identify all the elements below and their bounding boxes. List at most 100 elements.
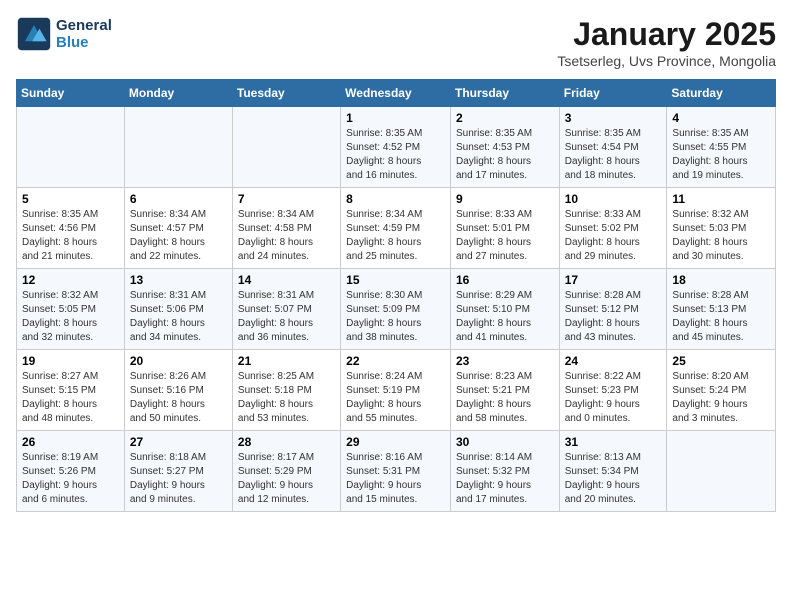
day-number: 3 xyxy=(565,111,662,125)
calendar-cell: 9 Sunrise: 8:33 AM Sunset: 5:01 PM Daylig… xyxy=(450,188,559,269)
day-number: 10 xyxy=(565,192,662,206)
title-block: January 2025 Tsetserleg, Uvs Province, M… xyxy=(557,16,776,69)
calendar-cell: 13 Sunrise: 8:31 AM Sunset: 5:06 PM Dayli… xyxy=(124,269,232,350)
calendar-cell: 10 Sunrise: 8:33 AM Sunset: 5:02 PM Dayli… xyxy=(559,188,667,269)
day-number: 17 xyxy=(565,273,662,287)
day-number: 24 xyxy=(565,354,662,368)
calendar-cell: 30 Sunrise: 8:14 AM Sunset: 5:32 PM Dayli… xyxy=(450,431,559,512)
day-number: 8 xyxy=(346,192,445,206)
calendar-cell: 15 Sunrise: 8:30 AM Sunset: 5:09 PM Dayli… xyxy=(341,269,451,350)
calendar-cell: 20 Sunrise: 8:26 AM Sunset: 5:16 PM Dayli… xyxy=(124,350,232,431)
calendar-cell: 27 Sunrise: 8:18 AM Sunset: 5:27 PM Dayli… xyxy=(124,431,232,512)
header-day-sunday: Sunday xyxy=(17,80,125,107)
day-detail: Sunrise: 8:27 AM Sunset: 5:15 PM Dayligh… xyxy=(22,370,119,426)
day-number: 20 xyxy=(130,354,227,368)
day-detail: Sunrise: 8:26 AM Sunset: 5:16 PM Dayligh… xyxy=(130,370,227,426)
day-detail: Sunrise: 8:32 AM Sunset: 5:03 PM Dayligh… xyxy=(672,208,770,264)
day-detail: Sunrise: 8:34 AM Sunset: 4:58 PM Dayligh… xyxy=(238,208,335,264)
day-detail: Sunrise: 8:35 AM Sunset: 4:56 PM Dayligh… xyxy=(22,208,119,264)
calendar-cell: 24Sunrise: 8:22 AM Sunset: 5:23 PM Dayli… xyxy=(559,350,667,431)
logo-text: General Blue xyxy=(56,17,112,51)
day-number: 4 xyxy=(672,111,770,125)
calendar-cell: 22 Sunrise: 8:24 AM Sunset: 5:19 PM Dayli… xyxy=(341,350,451,431)
day-number: 25 xyxy=(672,354,770,368)
logo-icon xyxy=(16,16,52,52)
day-number: 27 xyxy=(130,435,227,449)
day-detail: Sunrise: 8:18 AM Sunset: 5:27 PM Dayligh… xyxy=(130,451,227,507)
day-detail: Sunrise: 8:33 AM Sunset: 5:02 PM Dayligh… xyxy=(565,208,662,264)
day-detail: Sunrise: 8:13 AM Sunset: 5:34 PM Dayligh… xyxy=(565,451,662,507)
calendar-cell: 4 Sunrise: 8:35 AM Sunset: 4:55 PM Daylig… xyxy=(667,107,776,188)
day-detail: Sunrise: 8:30 AM Sunset: 5:09 PM Dayligh… xyxy=(346,289,445,345)
day-number: 9 xyxy=(456,192,554,206)
day-number: 21 xyxy=(238,354,335,368)
day-detail: Sunrise: 8:28 AM Sunset: 5:12 PM Dayligh… xyxy=(565,289,662,345)
calendar-cell xyxy=(17,107,125,188)
day-detail: Sunrise: 8:23 AM Sunset: 5:21 PM Dayligh… xyxy=(456,370,554,426)
header-day-wednesday: Wednesday xyxy=(341,80,451,107)
calendar-cell: 17 Sunrise: 8:28 AM Sunset: 5:12 PM Dayli… xyxy=(559,269,667,350)
day-number: 11 xyxy=(672,192,770,206)
calendar-cell: 8 Sunrise: 8:34 AM Sunset: 4:59 PM Daylig… xyxy=(341,188,451,269)
calendar-cell: 3 Sunrise: 8:35 AM Sunset: 4:54 PM Daylig… xyxy=(559,107,667,188)
calendar-table: SundayMondayTuesdayWednesdayThursdayFrid… xyxy=(16,79,776,512)
day-detail: Sunrise: 8:35 AM Sunset: 4:55 PM Dayligh… xyxy=(672,127,770,183)
day-detail: Sunrise: 8:32 AM Sunset: 5:05 PM Dayligh… xyxy=(22,289,119,345)
calendar-week-1: 1 Sunrise: 8:35 AM Sunset: 4:52 PM Daylig… xyxy=(17,107,776,188)
day-number: 6 xyxy=(130,192,227,206)
calendar-cell: 6 Sunrise: 8:34 AM Sunset: 4:57 PM Daylig… xyxy=(124,188,232,269)
day-detail: Sunrise: 8:34 AM Sunset: 4:59 PM Dayligh… xyxy=(346,208,445,264)
day-detail: Sunrise: 8:34 AM Sunset: 4:57 PM Dayligh… xyxy=(130,208,227,264)
day-number: 28 xyxy=(238,435,335,449)
day-detail: Sunrise: 8:17 AM Sunset: 5:29 PM Dayligh… xyxy=(238,451,335,507)
logo: General Blue xyxy=(16,16,112,52)
day-number: 1 xyxy=(346,111,445,125)
calendar-cell: 14Sunrise: 8:31 AM Sunset: 5:07 PM Dayli… xyxy=(232,269,340,350)
calendar-cell: 12Sunrise: 8:32 AM Sunset: 5:05 PM Dayli… xyxy=(17,269,125,350)
calendar-cell: 23 Sunrise: 8:23 AM Sunset: 5:21 PM Dayli… xyxy=(450,350,559,431)
calendar-cell: 25 Sunrise: 8:20 AM Sunset: 5:24 PM Dayli… xyxy=(667,350,776,431)
calendar-cell: 31 Sunrise: 8:13 AM Sunset: 5:34 PM Dayli… xyxy=(559,431,667,512)
day-detail: Sunrise: 8:33 AM Sunset: 5:01 PM Dayligh… xyxy=(456,208,554,264)
calendar-cell: 2Sunrise: 8:35 AM Sunset: 4:53 PM Daylig… xyxy=(450,107,559,188)
calendar-week-4: 19Sunrise: 8:27 AM Sunset: 5:15 PM Dayli… xyxy=(17,350,776,431)
calendar-week-2: 5 Sunrise: 8:35 AM Sunset: 4:56 PM Daylig… xyxy=(17,188,776,269)
header-day-tuesday: Tuesday xyxy=(232,80,340,107)
calendar-cell: 5 Sunrise: 8:35 AM Sunset: 4:56 PM Daylig… xyxy=(17,188,125,269)
calendar-cell: 1 Sunrise: 8:35 AM Sunset: 4:52 PM Daylig… xyxy=(341,107,451,188)
day-detail: Sunrise: 8:24 AM Sunset: 5:19 PM Dayligh… xyxy=(346,370,445,426)
day-detail: Sunrise: 8:35 AM Sunset: 4:53 PM Dayligh… xyxy=(456,127,554,183)
page-header: General Blue January 2025 Tsetserleg, Uv… xyxy=(16,16,776,69)
day-number: 7 xyxy=(238,192,335,206)
day-number: 29 xyxy=(346,435,445,449)
day-detail: Sunrise: 8:35 AM Sunset: 4:54 PM Dayligh… xyxy=(565,127,662,183)
day-detail: Sunrise: 8:35 AM Sunset: 4:52 PM Dayligh… xyxy=(346,127,445,183)
day-number: 22 xyxy=(346,354,445,368)
day-number: 5 xyxy=(22,192,119,206)
calendar-cell xyxy=(124,107,232,188)
day-detail: Sunrise: 8:19 AM Sunset: 5:26 PM Dayligh… xyxy=(22,451,119,507)
header-day-monday: Monday xyxy=(124,80,232,107)
day-detail: Sunrise: 8:31 AM Sunset: 5:07 PM Dayligh… xyxy=(238,289,335,345)
day-number: 15 xyxy=(346,273,445,287)
calendar-cell: 28 Sunrise: 8:17 AM Sunset: 5:29 PM Dayli… xyxy=(232,431,340,512)
day-detail: Sunrise: 8:16 AM Sunset: 5:31 PM Dayligh… xyxy=(346,451,445,507)
day-detail: Sunrise: 8:25 AM Sunset: 5:18 PM Dayligh… xyxy=(238,370,335,426)
calendar-cell: 7 Sunrise: 8:34 AM Sunset: 4:58 PM Daylig… xyxy=(232,188,340,269)
day-detail: Sunrise: 8:20 AM Sunset: 5:24 PM Dayligh… xyxy=(672,370,770,426)
calendar-cell xyxy=(232,107,340,188)
day-number: 13 xyxy=(130,273,227,287)
day-number: 16 xyxy=(456,273,554,287)
day-detail: Sunrise: 8:31 AM Sunset: 5:06 PM Dayligh… xyxy=(130,289,227,345)
calendar-cell: 29 Sunrise: 8:16 AM Sunset: 5:31 PM Dayli… xyxy=(341,431,451,512)
day-number: 31 xyxy=(565,435,662,449)
calendar-cell xyxy=(667,431,776,512)
header-day-friday: Friday xyxy=(559,80,667,107)
day-number: 30 xyxy=(456,435,554,449)
calendar-week-3: 12Sunrise: 8:32 AM Sunset: 5:05 PM Dayli… xyxy=(17,269,776,350)
calendar-cell: 18Sunrise: 8:28 AM Sunset: 5:13 PM Dayli… xyxy=(667,269,776,350)
day-number: 18 xyxy=(672,273,770,287)
calendar-week-5: 26Sunrise: 8:19 AM Sunset: 5:26 PM Dayli… xyxy=(17,431,776,512)
day-detail: Sunrise: 8:14 AM Sunset: 5:32 PM Dayligh… xyxy=(456,451,554,507)
day-number: 23 xyxy=(456,354,554,368)
